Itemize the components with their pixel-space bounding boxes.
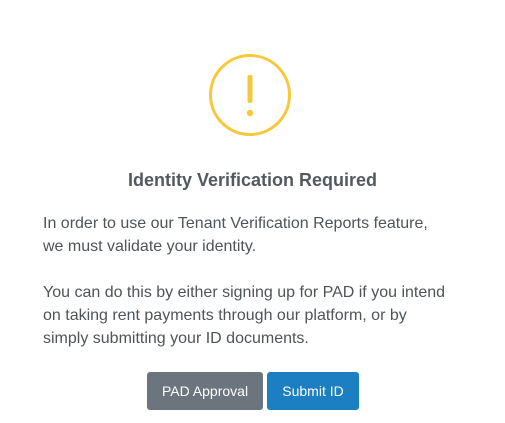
message-line: In order to use our Tenant Verification …	[43, 215, 428, 232]
message-line: we must validate your identity.	[43, 238, 257, 255]
exclamation-icon	[209, 54, 291, 136]
submit-id-button[interactable]: Submit ID	[267, 372, 359, 410]
dialog-message-1: In order to use our Tenant Verification …	[43, 212, 483, 258]
message-line: on taking rent payments through our plat…	[43, 307, 407, 324]
pad-approval-button[interactable]: PAD Approval	[147, 372, 263, 410]
message-line: simply submitting your ID documents.	[43, 330, 309, 347]
dialog-actions: PAD Approval Submit ID	[147, 372, 359, 410]
dialog-message-2: You can do this by either signing up for…	[43, 281, 483, 350]
dialog-title: Identity Verification Required	[127, 170, 378, 190]
message-line: You can do this by either signing up for…	[43, 284, 446, 301]
verification-dialog: Identity Verification Required In order …	[0, 0, 505, 423]
